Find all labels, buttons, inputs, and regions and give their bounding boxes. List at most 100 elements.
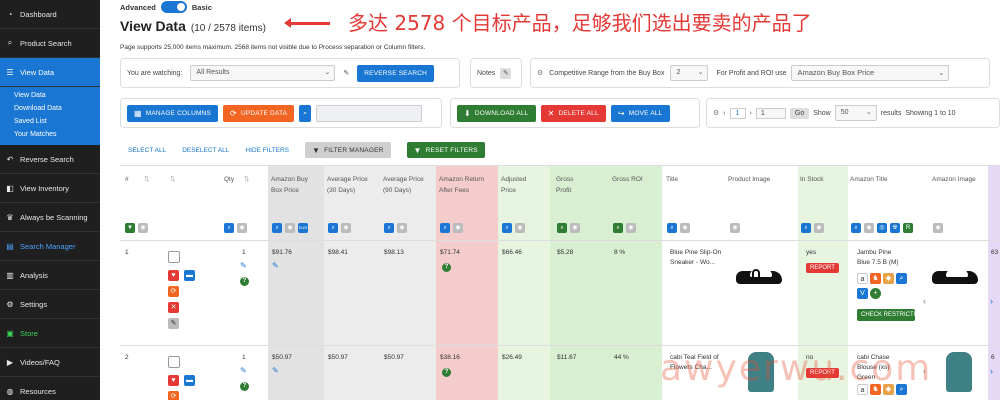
eye-icon[interactable]: ◉: [864, 223, 874, 233]
eye-icon[interactable]: ◉: [397, 223, 407, 233]
col-header-gross-roi[interactable]: Gross ROI: [612, 174, 643, 185]
col-header-product-image[interactable]: Product Image: [728, 174, 770, 185]
search-icon[interactable]: ⌕: [557, 223, 567, 233]
eye-icon[interactable]: ◉: [285, 223, 295, 233]
check-restrictions-button[interactable]: CHECK RESTRICTIONS: [857, 309, 915, 321]
sidebar-item-resources[interactable]: ◍ Resources: [0, 377, 100, 400]
sidebar-item-analysis[interactable]: ▥ Analysis: [0, 261, 100, 290]
search-icon[interactable]: ⌕: [328, 223, 338, 233]
hide-filters-link[interactable]: HIDE FILTERS: [245, 147, 289, 154]
competitive-select[interactable]: 2 ⌄: [670, 65, 709, 81]
search-icon[interactable]: ⌕: [896, 273, 907, 284]
deselect-all-link[interactable]: DESELECT ALL: [182, 147, 229, 154]
hazard-icon[interactable]: ☢: [890, 223, 900, 233]
folder-icon[interactable]: ▬: [184, 270, 195, 281]
goto-page-input[interactable]: 1: [755, 107, 786, 119]
search-icon[interactable]: ⌕: [667, 223, 677, 233]
col-header-return[interactable]: Amazon Return After Fees: [439, 174, 487, 196]
sidebar-subitem-your-matches[interactable]: Your Matches: [0, 128, 100, 141]
eye-icon[interactable]: ◉: [730, 223, 740, 233]
sidebar-item-view-inventory[interactable]: ◧ View Inventory: [0, 174, 100, 203]
manage-columns-button[interactable]: ▦ MANAGE COLUMNS: [127, 104, 219, 122]
sidebar-item-product-search[interactable]: ⌕ Product Search: [0, 29, 100, 58]
sidebar-subitem-saved-list[interactable]: Saved List: [0, 115, 100, 128]
reset-filters-button[interactable]: ▼ RESET FILTERS: [406, 142, 485, 158]
col-header-avg90[interactable]: Average Price (90 Days): [383, 174, 428, 196]
col-header-in-stock[interactable]: In Stock: [800, 174, 823, 185]
sort-icon[interactable]: ⇅: [244, 174, 249, 185]
row-checkbox[interactable]: [168, 356, 180, 368]
eye-icon[interactable]: ◉: [680, 223, 690, 233]
col-header-amazon-image[interactable]: Amazon Image: [932, 174, 976, 185]
sidebar-item-view-data[interactable]: ☰ View Data: [0, 58, 100, 87]
refresh-icon[interactable]: ⟳: [168, 286, 179, 297]
eye-icon[interactable]: ◉: [515, 223, 525, 233]
eye-icon[interactable]: ◉: [341, 223, 351, 233]
search-icon[interactable]: ⌕: [851, 223, 861, 233]
column-search-input[interactable]: [316, 104, 423, 122]
search-icon[interactable]: ⌕: [299, 104, 312, 122]
pencil-icon[interactable]: ✎: [240, 366, 247, 375]
mode-toggle[interactable]: [160, 1, 187, 13]
col-header-gross-profit[interactable]: Gross Profit: [556, 174, 586, 196]
pencil-icon[interactable]: ✎: [343, 69, 349, 77]
folder-icon[interactable]: ▬: [184, 375, 195, 386]
reverse-search-button[interactable]: REVERSE SEARCH: [357, 64, 435, 82]
target-icon[interactable]: ◎: [877, 223, 887, 233]
sidebar-item-settings[interactable]: ⚙ Settings: [0, 290, 100, 319]
filter-icon[interactable]: ▼: [125, 223, 135, 233]
go-button[interactable]: Go: [789, 107, 810, 119]
product-image[interactable]: [732, 263, 787, 289]
sort-icon[interactable]: ⇅: [144, 174, 149, 185]
amazon-title-value[interactable]: Jambu Pine Blue 7.5 B (M): [857, 248, 902, 268]
sidebar-item-search-manager[interactable]: ▤ Search Manager: [0, 232, 100, 261]
sort-icon[interactable]: ⇅: [170, 174, 175, 185]
sidebar-subitem-download-data[interactable]: Download Data: [0, 102, 100, 115]
col-header-adjusted[interactable]: Adjusted Price: [501, 174, 541, 196]
next-image-icon[interactable]: ›: [990, 366, 993, 376]
prev-page-icon[interactable]: ‹: [723, 110, 725, 117]
eye-icon[interactable]: ◉: [933, 223, 943, 233]
select-all-link[interactable]: SELECT ALL: [128, 147, 166, 154]
eye-icon[interactable]: ◉: [570, 223, 580, 233]
amazon-image[interactable]: [946, 352, 972, 392]
filter-manager-button[interactable]: ▼ FILTER MANAGER: [305, 142, 391, 158]
pencil-icon[interactable]: ✎: [272, 366, 279, 375]
col-header-num[interactable]: #: [125, 174, 129, 185]
col-header-buybox[interactable]: Amazon Buy Box Price: [271, 174, 311, 196]
pencil-icon[interactable]: ✎: [240, 261, 247, 270]
next-image-icon[interactable]: ›: [990, 296, 993, 306]
col-header-qty[interactable]: Qty: [224, 174, 234, 185]
search-icon[interactable]: ⌕: [502, 223, 512, 233]
eye-icon[interactable]: ◉: [814, 223, 824, 233]
sidebar-item-store[interactable]: ▣ Store: [0, 319, 100, 348]
report-button[interactable]: REPORT: [806, 263, 839, 273]
row-checkbox[interactable]: [168, 251, 180, 263]
delete-all-button[interactable]: ✕ DELETE ALL: [540, 104, 606, 122]
amazon-logo-icon[interactable]: a: [857, 273, 868, 284]
search-icon[interactable]: ⌕: [384, 223, 394, 233]
amazon-image[interactable]: [928, 263, 983, 289]
col-header-title[interactable]: Title: [666, 174, 678, 185]
profit-select[interactable]: Amazon Buy Box Price ⌄: [791, 65, 950, 81]
help-icon[interactable]: ?: [240, 382, 249, 391]
help-icon[interactable]: ?: [240, 277, 249, 286]
help-icon[interactable]: ?: [442, 368, 451, 377]
heart-icon[interactable]: ♥: [168, 270, 179, 281]
download-all-button[interactable]: ⬇ DOWNLOAD ALL: [457, 104, 536, 122]
col-header-avg30[interactable]: Average Price (30 Days): [327, 174, 372, 196]
per-page-select[interactable]: 50 ⌄: [834, 105, 877, 121]
sidebar-item-reverse-search[interactable]: ↶ Reverse Search: [0, 145, 100, 174]
title-value[interactable]: Blue Pine Slip-On Sneaker - Wo...: [670, 248, 725, 268]
help-icon[interactable]: ?: [442, 263, 451, 272]
euro-toggle-icon[interactable]: EUR: [298, 223, 308, 233]
sidebar-subitem-view-data[interactable]: View Data: [0, 89, 100, 102]
restriction-icon[interactable]: R: [903, 223, 913, 233]
eye-icon[interactable]: ◉: [237, 223, 247, 233]
notes-edit-icon[interactable]: ✎: [500, 67, 512, 79]
current-page[interactable]: 1: [729, 107, 746, 119]
eye-icon[interactable]: ◉: [626, 223, 636, 233]
search-icon[interactable]: ⌕: [613, 223, 623, 233]
heart-icon[interactable]: ♥: [168, 375, 179, 386]
refresh-icon[interactable]: ⟳: [168, 391, 179, 400]
